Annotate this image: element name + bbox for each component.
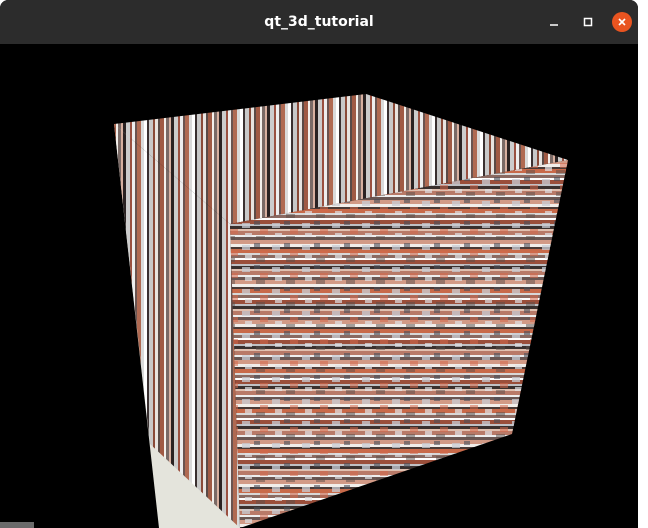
minimize-button[interactable] (544, 12, 564, 32)
close-icon (618, 18, 626, 26)
close-button[interactable] (612, 12, 632, 32)
cube-front-face-overlay (230, 160, 568, 528)
desktop-edge (638, 0, 648, 528)
3d-viewport[interactable] (0, 44, 638, 528)
textured-cube (114, 94, 568, 528)
maximize-button[interactable] (578, 12, 598, 32)
title-bar[interactable]: qt_3d_tutorial (0, 0, 638, 44)
maximize-icon (583, 17, 593, 27)
app-window: qt_3d_tutorial (0, 0, 638, 528)
taskbar-fragment (0, 522, 34, 528)
minimize-icon (550, 24, 558, 26)
window-title: qt_3d_tutorial (264, 14, 374, 30)
